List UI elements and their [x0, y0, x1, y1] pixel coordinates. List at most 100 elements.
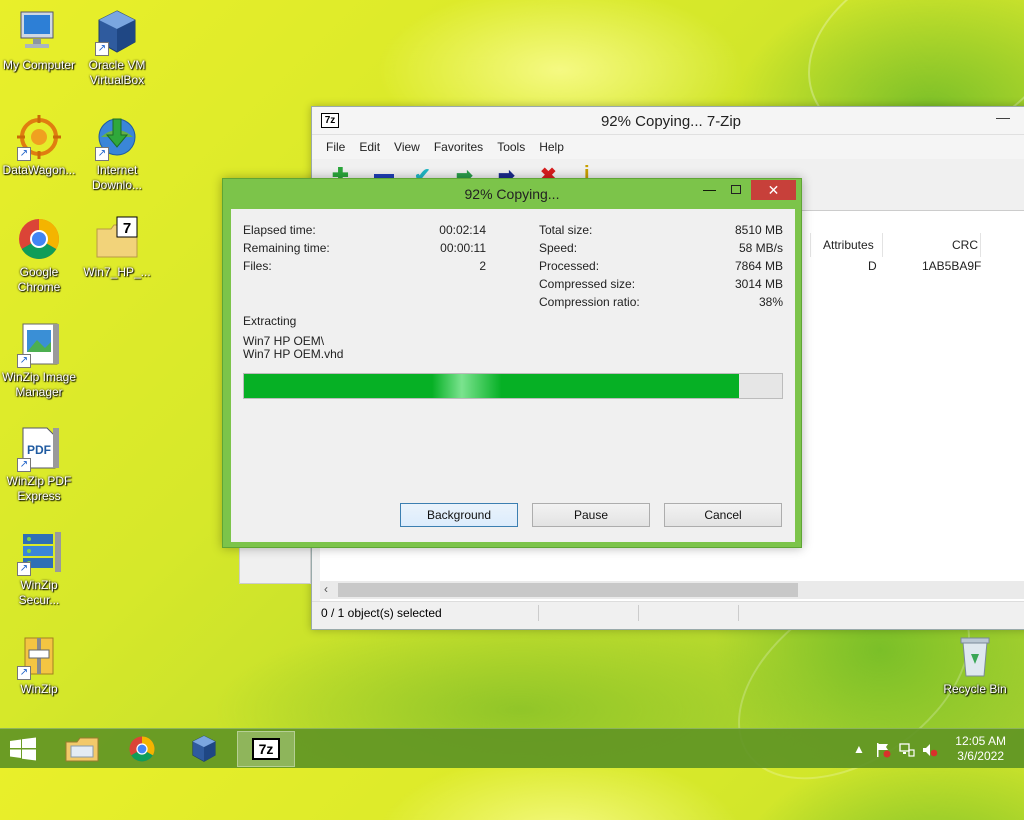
scrollbar-thumb[interactable] [338, 583, 798, 597]
volume-muted-icon[interactable] [922, 742, 938, 761]
menu-bar: File Edit View Favorites Tools Help [312, 135, 1024, 159]
remaining-time-label: Remaining time: [243, 241, 330, 255]
cancel-button[interactable]: Cancel [664, 503, 782, 527]
background-button[interactable]: Background [400, 503, 518, 527]
shortcut-arrow-icon: ↗ [17, 354, 31, 368]
desktop-icon-winzip-secure[interactable]: ↗ WinZip Secur... [0, 528, 78, 608]
menu-file[interactable]: File [326, 140, 345, 154]
files-label: Files: [243, 259, 272, 273]
action-center-flag-icon[interactable] [875, 742, 891, 761]
file-explorer-icon [65, 736, 99, 765]
dialog-body: Elapsed time: 00:02:14 Remaining time: 0… [231, 209, 795, 542]
menu-tools[interactable]: Tools [497, 140, 525, 154]
show-hidden-icons-icon[interactable]: ▲ [853, 742, 865, 756]
network-icon[interactable] [899, 742, 915, 761]
desktop-icon-winzip[interactable]: ↗ WinZip [0, 632, 78, 697]
column-separator [882, 233, 883, 257]
selection-status: 0 / 1 object(s) selected [321, 606, 442, 620]
compressed-size-value: 3014 MB [734, 277, 783, 291]
shortcut-arrow-icon: ↗ [17, 666, 31, 680]
speed-value: 58 MB/s [738, 241, 783, 255]
menu-edit[interactable]: Edit [359, 140, 380, 154]
taskbar-file-explorer[interactable] [53, 731, 111, 767]
taskbar: 7z ▲ 12:05 AM 3/6/2022 [0, 728, 1024, 768]
desktop-icon-label: My Computer [2, 58, 76, 72]
desktop-icon-label: Win7_HP_... [83, 265, 151, 279]
pause-button[interactable]: Pause [532, 503, 650, 527]
desktop-icon-internet-download-manager[interactable]: ↗ Internet Downlo... [78, 113, 156, 193]
scroll-left-icon[interactable]: ‹ [324, 582, 328, 596]
desktop-icon-label: Internet Downlo... [91, 163, 143, 192]
total-size-label: Total size: [539, 223, 593, 237]
chrome-icon [15, 215, 63, 263]
system-clock[interactable]: 12:05 AM 3/6/2022 [955, 734, 1006, 764]
svg-text:PDF: PDF [27, 443, 51, 457]
background-panel [239, 546, 311, 584]
column-header-attributes[interactable]: Attributes [823, 233, 874, 257]
copy-progress-dialog[interactable]: 92% Copying... — ✕ Elapsed time: 00:02:1… [222, 178, 802, 548]
winzip-image-manager-icon: ↗ [15, 320, 63, 368]
speed-label: Speed: [539, 241, 578, 255]
processed-value: 7864 MB [734, 259, 783, 273]
7zip-icon: 7z [252, 738, 280, 760]
taskbar-google-chrome[interactable] [114, 731, 172, 767]
desktop-icon-my-computer[interactable]: My Computer [0, 8, 78, 73]
elapsed-time-label: Elapsed time: [243, 223, 316, 237]
desktop-icon-virtualbox[interactable]: ↗ Oracle VM VirtualBox [78, 8, 156, 88]
main-window-titlebar[interactable]: 7z 92% Copying... 7-Zip — [312, 107, 1024, 135]
main-window-title: 92% Copying... 7-Zip [600, 113, 742, 130]
progress-bar-fill [244, 374, 739, 398]
datawagon-icon: ↗ [15, 113, 63, 161]
svg-text:7: 7 [123, 220, 131, 237]
remaining-time-value: 00:00:11 [440, 241, 486, 255]
desktop-icon-recycle-bin[interactable]: Recycle Bin [936, 632, 1014, 697]
minimize-icon[interactable]: — [703, 182, 716, 197]
virtualbox-icon: ↗ [93, 8, 141, 56]
menu-view[interactable]: View [394, 140, 420, 154]
compression-ratio-label: Compression ratio: [539, 295, 640, 309]
chrome-icon [127, 734, 157, 767]
minimize-icon[interactable]: — [996, 109, 1010, 125]
winzip-secure-icon: ↗ [15, 528, 63, 576]
desktop-icon-label: WinZip PDF Express [6, 474, 72, 503]
column-header-crc[interactable]: CRC [952, 233, 978, 257]
menu-favorites[interactable]: Favorites [434, 140, 483, 154]
shortcut-arrow-icon: ↗ [17, 458, 31, 472]
status-separator [638, 605, 639, 621]
compressed-size-label: Compressed size: [539, 277, 636, 291]
compression-ratio-value: 38% [758, 295, 783, 309]
desktop-icon-label: Google Chrome [17, 265, 61, 294]
desktop-icon-win7-archive[interactable]: 7 Win7_HP_... [78, 215, 156, 280]
desktop-icon-winzip-pdf-express[interactable]: PDF ↗ WinZip PDF Express [0, 424, 78, 504]
elapsed-time-value: 00:02:14 [439, 223, 486, 237]
current-folder: Win7 HP OEM\ [243, 334, 325, 348]
desktop-icon-winzip-image-manager[interactable]: ↗ WinZip Image Manager [0, 320, 78, 400]
row-attributes: D [868, 259, 877, 273]
menu-help[interactable]: Help [539, 140, 564, 154]
taskbar-virtualbox[interactable] [175, 731, 233, 767]
desktop-icon-label: DataWagon... [2, 163, 76, 177]
progress-bar [243, 373, 783, 399]
desktop-icon-datawagon[interactable]: ↗ DataWagon... [0, 113, 78, 178]
desktop-icon-google-chrome[interactable]: Google Chrome [0, 215, 78, 295]
files-value: 2 [479, 259, 486, 273]
close-icon[interactable]: ✕ [751, 180, 796, 200]
horizontal-scrollbar[interactable]: ‹ [320, 581, 1024, 599]
operation-label: Extracting [243, 314, 297, 328]
column-separator [810, 233, 811, 257]
taskbar-7zip[interactable]: 7z [237, 731, 295, 767]
clock-time: 12:05 AM [955, 734, 1006, 748]
total-size-value: 8510 MB [734, 223, 783, 237]
7z-archive-icon: 7 [93, 215, 141, 263]
processed-label: Processed: [539, 259, 600, 273]
column-separator [980, 233, 981, 257]
pdf-icon: PDF ↗ [15, 424, 63, 472]
winzip-icon: ↗ [15, 632, 63, 680]
computer-icon [15, 8, 63, 56]
desktop-icon-label: WinZip Secur... [18, 578, 60, 607]
internet-download-manager-icon: ↗ [93, 113, 141, 161]
windows-start-icon[interactable] [8, 737, 38, 761]
clock-date: 3/6/2022 [957, 749, 1004, 763]
desktop-icon-label: WinZip [20, 682, 58, 696]
maximize-icon[interactable] [731, 185, 741, 194]
